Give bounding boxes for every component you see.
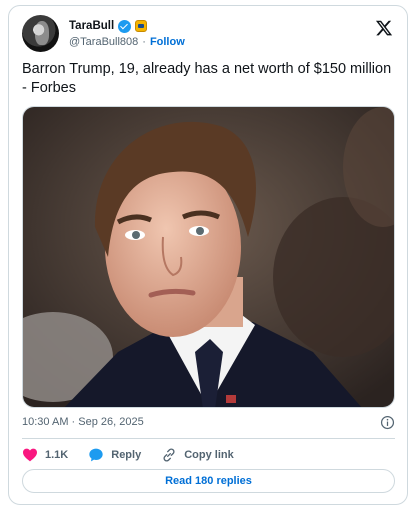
info-icon[interactable] [380, 415, 395, 430]
author-avatar[interactable] [22, 15, 59, 52]
reply-label: Reply [111, 449, 142, 461]
author-handle-row: @TaraBull808 · Follow [69, 36, 185, 48]
reply-bubble-icon [89, 448, 103, 462]
author-display-name[interactable]: TaraBull [69, 20, 114, 32]
copy-link-label: Copy link [184, 449, 234, 461]
divider [22, 438, 395, 439]
author-handle[interactable]: @TaraBull808 [69, 36, 138, 48]
tweet-meta-row: 10:30 AM · Sep 26, 2025 [22, 413, 395, 431]
like-count: 1.1K [45, 449, 69, 461]
x-logo-icon[interactable] [375, 19, 393, 37]
verified-badge-icon [118, 19, 132, 33]
heart-icon [23, 448, 37, 462]
follow-button[interactable]: Follow [150, 36, 185, 48]
tweet-embed-card: TaraBull @TaraBull808 · Follow Barron Tr… [8, 5, 408, 505]
tweet-text: Barron Trump, 19, already has a net wort… [22, 61, 392, 96]
copy-link-button[interactable]: Copy link [161, 447, 234, 463]
author-name-row: TaraBull [69, 18, 148, 34]
affiliation-badge-icon [135, 20, 148, 32]
tweet-timestamp[interactable]: 10:30 AM · Sep 26, 2025 [22, 416, 144, 428]
reply-button[interactable]: Reply [88, 447, 141, 463]
separator-dot: · [142, 36, 146, 48]
tweet-photo-image [23, 107, 394, 407]
tweet-photo[interactable] [22, 106, 395, 408]
action-bar: 1.1K Reply Copy link [22, 445, 254, 465]
link-icon [163, 448, 175, 462]
read-replies-label: Read 180 replies [165, 475, 252, 487]
tweet-header: TaraBull @TaraBull808 · Follow [22, 15, 395, 53]
read-replies-button[interactable]: Read 180 replies [22, 469, 395, 493]
like-button[interactable]: 1.1K [22, 447, 68, 463]
